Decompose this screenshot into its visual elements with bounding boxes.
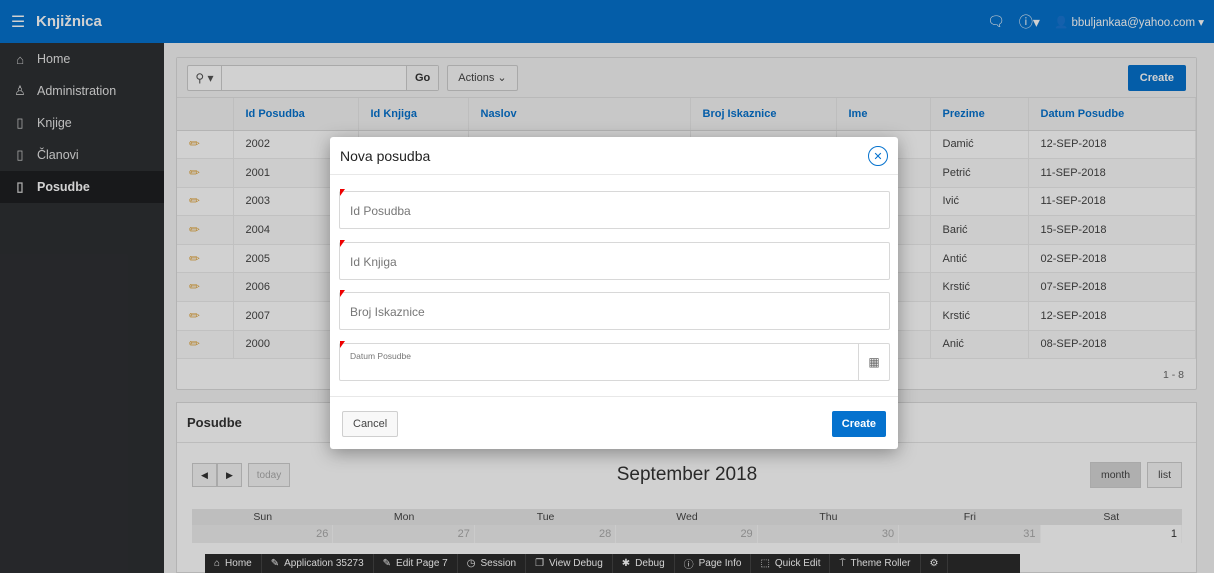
close-icon[interactable]: ✕: [868, 146, 888, 166]
field-placeholder: Id Knjiga: [350, 255, 397, 269]
required-marker: [340, 290, 345, 297]
field-placeholder: Id Posudba: [350, 204, 411, 218]
id-knjiga-field[interactable]: Id Knjiga: [339, 240, 890, 280]
cancel-button[interactable]: Cancel: [342, 411, 399, 437]
required-marker: [340, 189, 345, 196]
modal-dialog: Nova posudba ✕ Id Posudba Id Knjiga Broj…: [330, 137, 898, 449]
field-label: Datum Posudbe: [350, 351, 411, 361]
calendar-icon[interactable]: ▦: [858, 344, 889, 380]
modal-footer: Cancel Create: [330, 396, 898, 449]
id-posudba-field[interactable]: Id Posudba: [339, 189, 890, 229]
datum-posudbe-field[interactable]: Datum Posudbe ▦: [339, 341, 890, 381]
create-submit-button[interactable]: Create: [831, 411, 886, 437]
required-marker: [340, 240, 345, 247]
required-marker: [340, 341, 345, 348]
broj-iskaznice-field[interactable]: Broj Iskaznice: [339, 290, 890, 330]
modal-title: Nova posudba: [330, 137, 898, 175]
field-placeholder: Broj Iskaznice: [350, 305, 425, 319]
